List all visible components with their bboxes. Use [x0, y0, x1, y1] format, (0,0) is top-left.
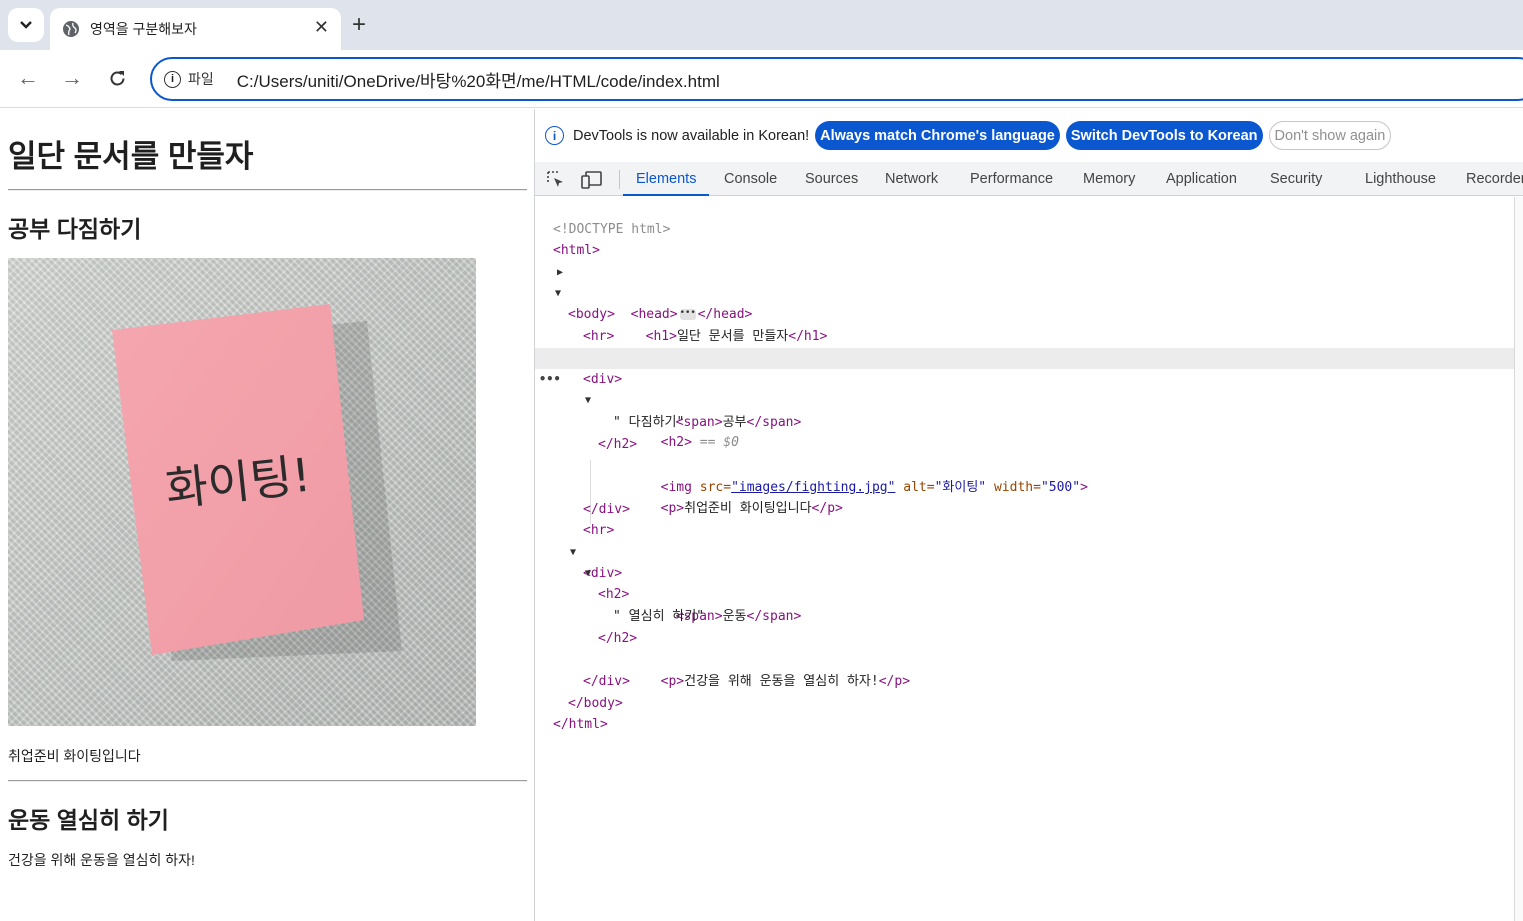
device-toolbar-icon[interactable]: [581, 170, 603, 190]
tab-network[interactable]: Network: [885, 162, 938, 196]
address-scheme-label: 파일: [188, 71, 214, 87]
address-url[interactable]: C:/Users/uniti/OneDrive/바탕%20화면/me/HTML/…: [237, 67, 720, 92]
dom-node-h2[interactable]: ▼ <h2>: [535, 542, 1514, 602]
dont-show-again-button[interactable]: Don't show again: [1268, 121, 1392, 150]
tab-recorder[interactable]: Recorder: [1466, 162, 1523, 196]
dom-node-hr[interactable]: <hr>: [535, 305, 1514, 344]
dom-node-p[interactable]: <p>취업준비 화이팅입니다</p>: [535, 456, 1514, 516]
fighting-image: 화이팅!: [8, 258, 476, 726]
page-viewport: 일단 문서를 만들자 공부 다짐하기 화이팅! 취업준비 화이팅입니다 운동 열…: [0, 109, 534, 921]
tab-memory[interactable]: Memory: [1083, 162, 1135, 196]
devtools-panel: i DevTools is now available in Korean! A…: [534, 109, 1523, 921]
dom-node-h2-close[interactable]: </h2>: [535, 607, 1514, 646]
tab-lighthouse[interactable]: Lighthouse: [1365, 162, 1436, 196]
dom-node-div[interactable]: ▼ <div>: [535, 521, 1514, 581]
paragraph-study: 취업준비 화이팅입니다: [8, 748, 141, 764]
tab-strip: 영역을 구분해보자 ✕ +: [0, 0, 1523, 50]
paragraph-exercise: 건강을 위해 운동을 열심히 하자!: [8, 852, 195, 868]
dom-node-div-close[interactable]: </div>: [535, 650, 1514, 689]
dom-node-text[interactable]: " 열심히 하기": [535, 585, 1514, 624]
tab-performance[interactable]: Performance: [970, 162, 1053, 196]
tab-elements[interactable]: Elements: [623, 162, 710, 196]
browser-tab[interactable]: 영역을 구분해보자 ✕: [50, 8, 341, 50]
info-icon[interactable]: i: [164, 70, 181, 88]
always-match-language-button[interactable]: Always match Chrome's language: [815, 121, 1060, 150]
dom-node-h1[interactable]: <h1>일단 문서를 만들자</h1>: [535, 284, 1514, 344]
close-tab-icon[interactable]: ✕: [314, 17, 329, 38]
dom-node-h2-close[interactable]: </h2>: [535, 413, 1514, 452]
horizontal-rule: [8, 780, 527, 782]
dom-node-img[interactable]: <img src="images/fighting.jpg" alt="화이팅"…: [535, 435, 1514, 495]
section-heading-study: 공부 다짐하기: [8, 216, 142, 242]
reload-icon[interactable]: [108, 69, 127, 88]
address-bar[interactable]: i 파일 C:/Users/uniti/OneDrive/바탕%20화면/me/…: [150, 57, 1523, 101]
dom-node-html-close[interactable]: </html>: [535, 693, 1514, 732]
globe-icon: [63, 21, 79, 37]
devtools-tab-bar: Elements Console Sources Network Perform…: [535, 162, 1523, 196]
switch-to-korean-button[interactable]: Switch DevTools to Korean: [1065, 121, 1263, 150]
info-icon: i: [545, 126, 564, 145]
horizontal-rule: [8, 189, 527, 191]
dom-node-div-close[interactable]: </div>: [535, 478, 1514, 517]
sticky-note-illustration: 화이팅!: [112, 304, 402, 661]
toolbar-divider: [619, 170, 620, 189]
browser-toolbar: ← → i 파일 C:/Users/uniti/OneDrive/바탕%20화면…: [0, 50, 1523, 108]
dom-node-p[interactable]: <p>건강을 위해 운동을 열심히 하자!</p>: [535, 629, 1514, 689]
dom-node-head[interactable]: ▶ <head> ••• </head>: [535, 241, 1514, 322]
dom-tree: <!DOCTYPE html> <html> ▶ <head> ••• </head…: [535, 197, 1514, 921]
tab-security[interactable]: Security: [1270, 162, 1322, 196]
section-heading-exercise: 운동 열심히 하기: [8, 807, 169, 833]
page-heading: 일단 문서를 만들자: [8, 139, 254, 174]
language-infobar: i DevTools is now available in Korean! A…: [535, 109, 1523, 162]
styles-pane-edge[interactable]: [1514, 197, 1523, 921]
chevron-down-icon: [20, 21, 32, 29]
inspect-element-icon[interactable]: [546, 170, 566, 190]
tab-console[interactable]: Console: [724, 162, 777, 196]
tab-sources[interactable]: Sources: [805, 162, 858, 196]
tab-application[interactable]: Application: [1166, 162, 1237, 196]
dom-node-body-close[interactable]: </body>: [535, 672, 1514, 711]
dom-node-h2-selected[interactable]: ••• ▼ <h2> == $0: [535, 348, 1514, 450]
tab-search-button[interactable]: [8, 8, 44, 42]
dom-node-doctype[interactable]: <!DOCTYPE html>: [535, 198, 1514, 237]
new-tab-icon[interactable]: +: [352, 10, 366, 40]
tag-text: </html>: [553, 717, 608, 732]
dom-node-hr[interactable]: <hr>: [535, 499, 1514, 538]
back-arrow-icon[interactable]: ←: [17, 66, 39, 90]
dom-node-text[interactable]: " 다짐하기": [535, 391, 1514, 430]
tab-title: 영역을 구분해보자: [90, 21, 197, 37]
forward-arrow-icon[interactable]: →: [61, 66, 83, 90]
dom-node-span[interactable]: <span>운동</span>: [535, 564, 1514, 624]
infobar-message: DevTools is now available in Korean!: [573, 127, 810, 144]
dom-node-div[interactable]: ▼ <div>: [535, 327, 1514, 387]
dom-node-span[interactable]: <span>공부</span>: [535, 370, 1514, 430]
dom-node-html[interactable]: <html>: [535, 219, 1514, 258]
dom-node-body[interactable]: ▼ <body>: [535, 262, 1514, 322]
